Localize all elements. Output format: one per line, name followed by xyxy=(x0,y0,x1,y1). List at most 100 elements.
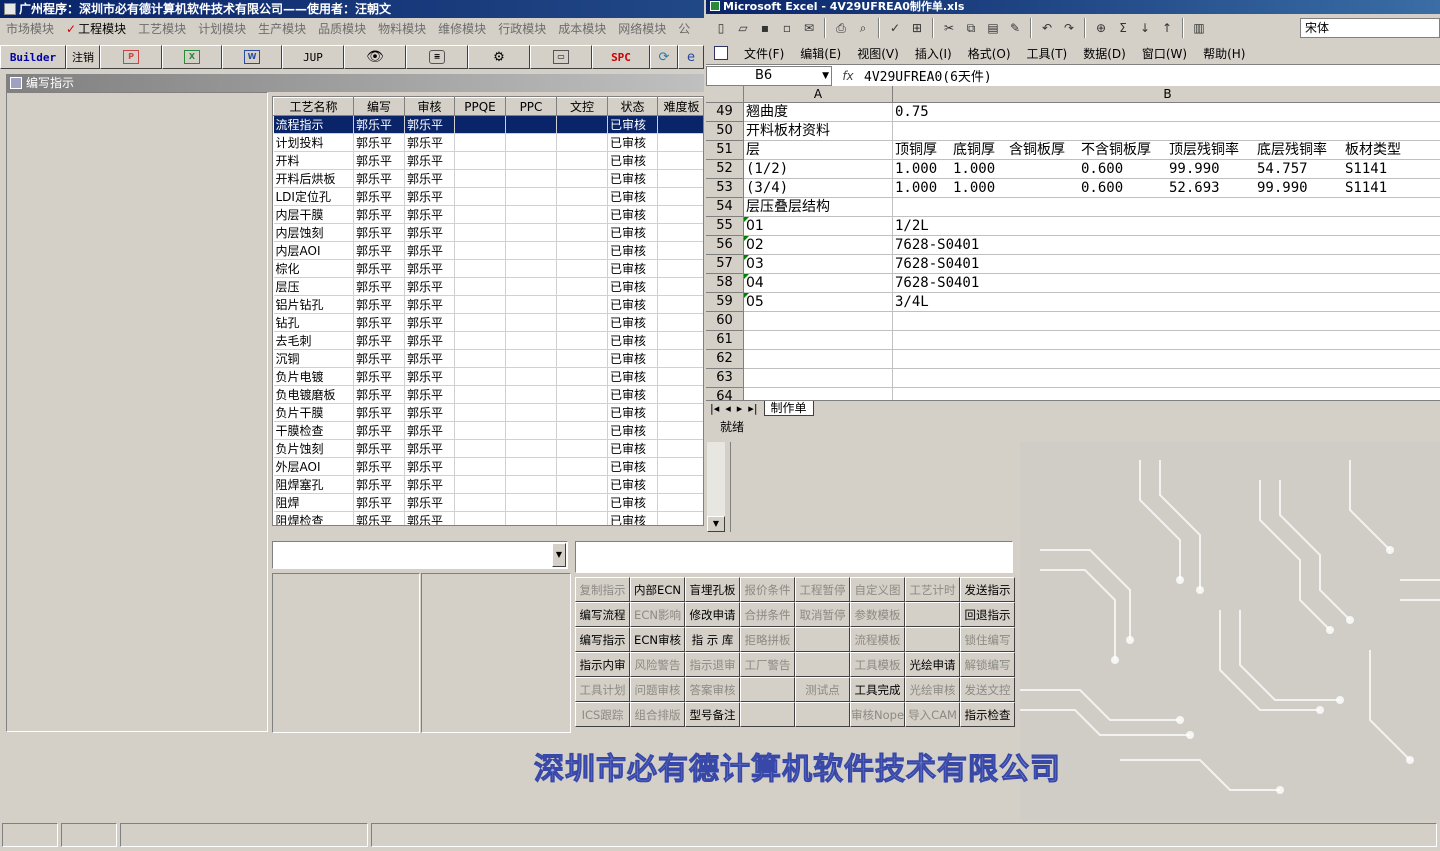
left-tree-pane[interactable] xyxy=(6,92,268,732)
computer-button[interactable]: ▭ xyxy=(530,45,592,69)
internet-button[interactable]: e xyxy=(678,45,704,69)
action-button[interactable]: 光绘申请 xyxy=(905,652,960,677)
action-button[interactable]: 指示退审 xyxy=(685,652,740,677)
table-row[interactable]: 沉铜 郭乐平 郭乐平 已审核 xyxy=(273,349,703,368)
column-header[interactable]: 编写 xyxy=(353,97,405,116)
action-button[interactable] xyxy=(905,602,960,627)
row-header[interactable]: 62 xyxy=(706,350,744,369)
action-button[interactable]: 工艺计时 xyxy=(905,577,960,602)
excel-menu-item[interactable]: 插入(I) xyxy=(915,45,952,62)
action-button[interactable]: 工程暂停 xyxy=(795,577,850,602)
row-header[interactable]: 59 xyxy=(706,293,744,312)
research-icon[interactable]: ⊞ xyxy=(908,19,926,37)
function-icon[interactable]: fx xyxy=(832,69,864,83)
cell-a[interactable]: 层 xyxy=(744,141,893,160)
copy-icon[interactable]: ⧉ xyxy=(962,19,980,37)
hyperlink-icon[interactable]: ⊕ xyxy=(1092,19,1110,37)
row-header[interactable]: 52 xyxy=(706,160,744,179)
action-button[interactable] xyxy=(795,627,850,652)
excel-button[interactable]: X xyxy=(162,45,222,69)
module-menu-item[interactable]: 维修模块 xyxy=(432,20,492,37)
cell-b[interactable]: 1.000 1.000 0.600 99.990 54.757 S1141 xyxy=(893,160,1440,179)
action-button[interactable] xyxy=(740,702,795,727)
undo-icon[interactable]: ↶ xyxy=(1038,19,1056,37)
excel-menu-item[interactable]: 视图(V) xyxy=(857,45,899,62)
row-header[interactable]: 54 xyxy=(706,198,744,217)
module-menu-item[interactable]: 网络模块 xyxy=(612,20,672,37)
select-all-corner[interactable] xyxy=(706,86,744,103)
cell-b[interactable]: 7628-S0401 xyxy=(893,255,1440,274)
vertical-scrollbar[interactable]: ▼ xyxy=(707,440,725,532)
action-button[interactable]: 拒略拼板 xyxy=(740,627,795,652)
module-menu-item[interactable]: 市场模块 xyxy=(0,20,60,37)
cell-a[interactable] xyxy=(744,388,893,400)
prev-sheet-icon[interactable]: ◂ xyxy=(725,402,731,415)
column-header[interactable]: 工艺名称 xyxy=(273,97,354,116)
row-header[interactable]: 61 xyxy=(706,331,744,350)
open-folder-icon[interactable]: ▱ xyxy=(734,19,752,37)
cell-a[interactable]: 02 xyxy=(744,236,893,255)
module-menu-item[interactable]: 品质模块 xyxy=(312,20,372,37)
table-row[interactable]: 外层AOI 郭乐平 郭乐平 已审核 xyxy=(273,457,703,476)
cell-a[interactable]: 翘曲度 xyxy=(744,103,893,122)
action-button[interactable]: 取消暂停 xyxy=(795,602,850,627)
chevron-down-icon[interactable]: ▼ xyxy=(552,543,566,567)
new-file-icon[interactable]: ▯ xyxy=(712,19,730,37)
workbook-icon[interactable] xyxy=(714,46,728,60)
action-button[interactable]: 指示内审 xyxy=(575,652,630,677)
action-button[interactable]: 合拼条件 xyxy=(740,602,795,627)
action-button[interactable]: 工具模板 xyxy=(850,652,905,677)
spc-button[interactable]: SPC xyxy=(592,45,650,69)
action-button[interactable]: 工具计划 xyxy=(575,677,630,702)
cell-b[interactable]: 1.000 1.000 0.600 52.693 99.990 S1141 xyxy=(893,179,1440,198)
cell-b[interactable] xyxy=(893,369,1440,388)
excel-menu-item[interactable]: 编辑(E) xyxy=(800,45,841,62)
table-row[interactable]: 内层干膜 郭乐平 郭乐平 已审核 xyxy=(273,205,703,224)
print-preview-icon[interactable]: ⌕ xyxy=(854,19,872,37)
action-button[interactable]: 复制指示 xyxy=(575,577,630,602)
table-row[interactable]: 阻焊检查 郭乐平 郭乐平 已审核 xyxy=(273,511,703,525)
cell-a[interactable] xyxy=(744,369,893,388)
module-menu-item[interactable]: 公 xyxy=(672,20,696,37)
cell-b[interactable]: 顶铜厚 底铜厚 含铜板厚 不含铜板厚 顶层残铜率 底层残铜率 板材类型 xyxy=(893,141,1440,160)
module-menu-item[interactable]: 计划模块 xyxy=(192,20,252,37)
cell-b[interactable] xyxy=(893,350,1440,369)
column-header[interactable]: 文控 xyxy=(556,97,608,116)
table-row[interactable]: 铝片钻孔 郭乐平 郭乐平 已审核 xyxy=(273,295,703,314)
column-header[interactable]: 审核 xyxy=(404,97,455,116)
action-button[interactable]: 自定义图 xyxy=(850,577,905,602)
action-button[interactable] xyxy=(795,652,850,677)
action-button[interactable]: 发送文控 xyxy=(960,677,1015,702)
action-button[interactable]: 锁住编写 xyxy=(960,627,1015,652)
cell-b[interactable] xyxy=(893,198,1440,217)
action-button[interactable]: 编写流程 xyxy=(575,602,630,627)
action-button[interactable]: 问题审核 xyxy=(630,677,685,702)
action-button[interactable]: 审核Nope xyxy=(850,702,905,727)
action-button[interactable]: 内部ECN xyxy=(630,577,685,602)
action-button[interactable]: ICS跟踪 xyxy=(575,702,630,727)
table-row[interactable]: LDI定位孔 郭乐平 郭乐平 已审核 xyxy=(273,187,703,206)
row-header[interactable]: 64 xyxy=(706,388,744,400)
action-button[interactable]: 解锁编写 xyxy=(960,652,1015,677)
network-button[interactable]: ⚙ xyxy=(468,45,530,69)
row-header[interactable]: 53 xyxy=(706,179,744,198)
save-icon[interactable]: ▪ xyxy=(756,19,774,37)
sub-list-middle[interactable] xyxy=(421,573,571,733)
table-row[interactable]: 去毛刺 郭乐平 郭乐平 已审核 xyxy=(273,331,703,350)
last-sheet-icon[interactable]: ▸| xyxy=(748,402,757,415)
action-button[interactable]: 指示检查 xyxy=(960,702,1015,727)
cell-b[interactable]: 1/2L xyxy=(893,217,1440,236)
spelling-icon[interactable]: ✓ xyxy=(886,19,904,37)
action-button[interactable]: ECN审核 xyxy=(630,627,685,652)
action-button[interactable]: 风险警告 xyxy=(630,652,685,677)
table-row[interactable]: 负片蚀刻 郭乐平 郭乐平 已审核 xyxy=(273,439,703,458)
module-menu-item[interactable]: 物料模块 xyxy=(372,20,432,37)
sheet-tab[interactable]: 制作单 xyxy=(763,401,814,416)
cell-a[interactable]: 04 xyxy=(744,274,893,293)
action-button[interactable]: 编写指示 xyxy=(575,627,630,652)
row-header[interactable]: 50 xyxy=(706,122,744,141)
database-button[interactable]: ≡ xyxy=(406,45,468,69)
name-box[interactable]: B6 ▼ xyxy=(706,65,832,86)
cell-a[interactable]: 05 xyxy=(744,293,893,312)
action-button[interactable]: 盲埋孔板 xyxy=(685,577,740,602)
